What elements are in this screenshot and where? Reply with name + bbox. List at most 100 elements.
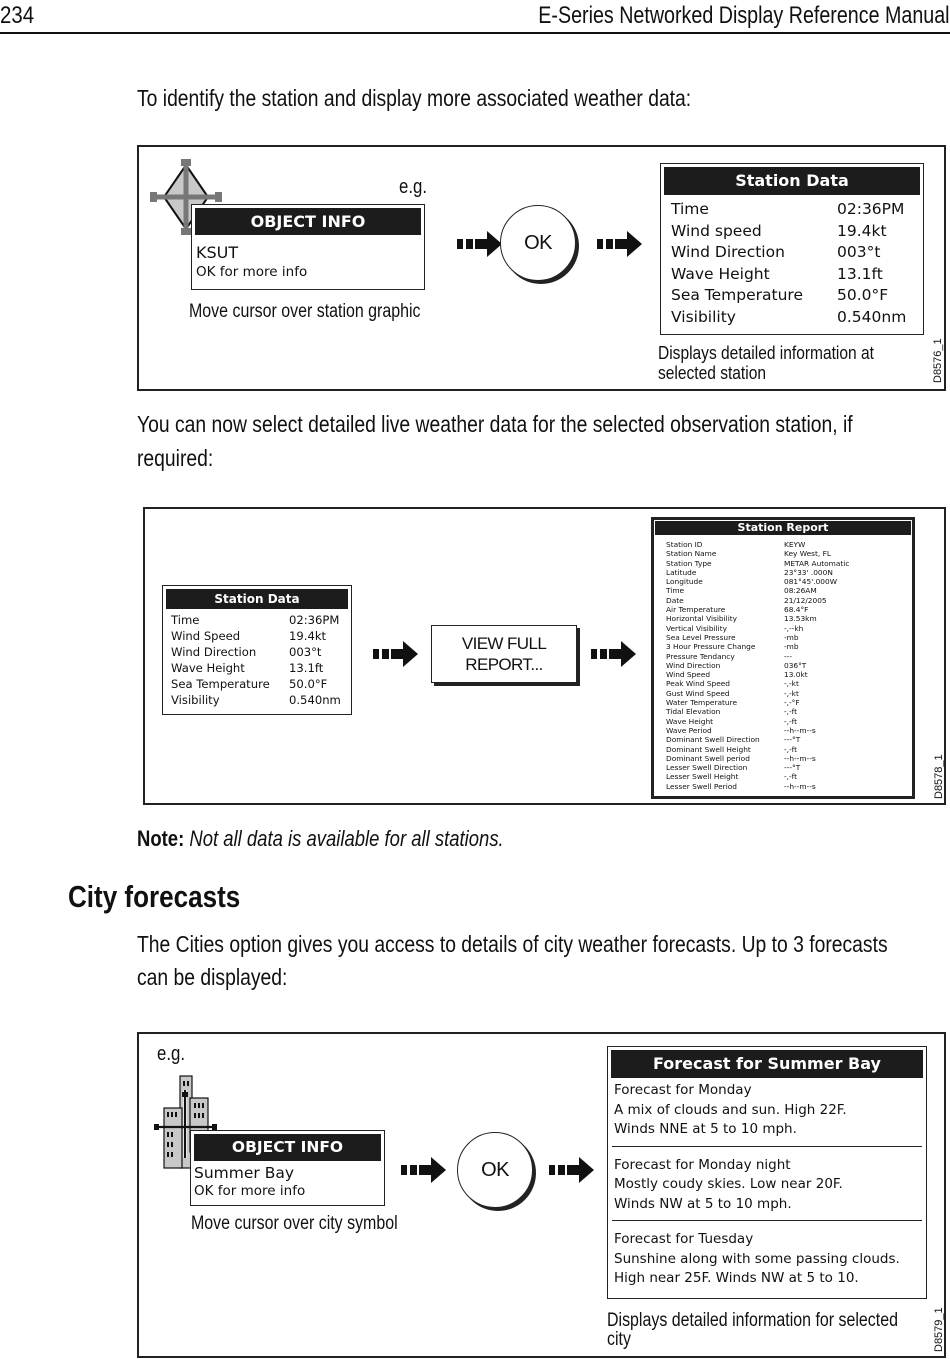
note-label: Note: (137, 826, 185, 851)
row-label: Pressure Tendancy (666, 651, 735, 661)
arrow-right-icon (597, 231, 642, 257)
row-label: Wave Height (171, 661, 245, 675)
row-value: -,-ft (784, 716, 798, 726)
city-text-1: The Cities option gives you access to de… (137, 931, 888, 957)
result-caption-1: Displays detailed information at (658, 342, 874, 363)
arrow-right-icon (401, 1157, 446, 1183)
page-number: 234 (0, 2, 35, 29)
eg-label: e.g. (399, 176, 428, 198)
row-value: 13.53km (784, 614, 817, 624)
row-value: 50.0°F (837, 286, 889, 304)
station-data-row: Wind Direction 003°t (671, 242, 923, 264)
header-rule (0, 32, 950, 34)
note-text: Not all data is available for all statio… (189, 826, 504, 851)
report-row: Vertical Visibility -,--kh (654, 624, 912, 633)
row-label: Wind Speed (666, 670, 711, 680)
row-label: Latitude (666, 567, 697, 577)
figure-station-report: Station Data Time 02:36PM Wind Speed 19.4kt… (143, 507, 946, 805)
report-row: Water Temperature -,-°F (654, 698, 912, 707)
station-report-title: Station Report (655, 521, 911, 535)
view-full-report-button[interactable]: VIEW FULL REPORT... (431, 625, 577, 683)
view-report-line1: VIEW FULL (461, 634, 547, 653)
report-row: Time 08:26AM (654, 586, 912, 595)
row-value: -,-kt (784, 688, 799, 698)
row-value: 19.4kt (837, 221, 887, 240)
row-value: 13.1ft (837, 264, 883, 283)
row-label: Water Temperature (666, 698, 738, 708)
arrow-right-icon (373, 641, 418, 667)
figure-station-info: e.g. OBJECT INFO KSUT OK for more info M… (137, 145, 946, 391)
row-label: Longitude (666, 577, 703, 587)
station-report-dialog: Station Report Station ID KEYW Station Nam… (651, 517, 915, 799)
row-label: Station Name (666, 549, 717, 559)
row-label: Gust Wind Speed (666, 688, 730, 698)
row-value: -,--kh (784, 623, 804, 633)
row-value: --h--m--s (784, 781, 816, 791)
ok-button[interactable]: OK (500, 205, 576, 281)
row-value: -,-kt (784, 679, 799, 689)
row-label: Air Temperature (666, 605, 726, 615)
report-row: Tidal Elevation -,-ft (654, 707, 912, 716)
row-value: -,-ft (784, 707, 798, 717)
object-info-hint: OK for more info (196, 264, 308, 280)
forecast-section: Forecast for Monday A mix of clouds and s… (608, 1078, 926, 1140)
row-label: Horizontal Visibility (666, 614, 738, 624)
station-data-row: Time 02:36PM (171, 612, 351, 628)
manual-title: E-Series Networked Display Reference Man… (538, 2, 950, 29)
row-label: Wave Height (671, 264, 770, 283)
report-row: Wind Direction 036°T (654, 661, 912, 670)
forecast-line: Winds NNE at 5 to 10 mph. (614, 1121, 797, 1137)
object-info-title: OBJECT INFO (194, 1134, 381, 1161)
station-data-dialog: Station Data Time 02:36PM Wind speed 19.4kt… (660, 163, 924, 335)
forecast-line: Forecast for Tuesday (614, 1231, 754, 1247)
report-row: Date 21/12/2005 (654, 596, 912, 605)
figure-code: D8579_1 (933, 1307, 945, 1352)
report-row: Horizontal Visibility 13.53km (654, 614, 912, 623)
forecast-title: Forecast for Summer Bay (611, 1050, 923, 1078)
row-label: Time (666, 586, 685, 596)
row-value: 0.540nm (837, 307, 907, 326)
row-value: 08:26AM (784, 586, 817, 596)
figure-code: D8578_1 (933, 754, 945, 799)
forecast-line: Mostly coudy skies. Low near 20F. (614, 1176, 843, 1192)
row-value: ---°T (784, 763, 801, 773)
station-data-row: Visibility 0.540nm (171, 692, 351, 708)
row-label: Dominant Swell period (666, 753, 750, 763)
row-label: Sea Temperature (671, 286, 803, 304)
ok-button[interactable]: OK (457, 1132, 533, 1208)
station-data-row: Time 02:36PM (671, 199, 923, 221)
row-label: Station Type (666, 558, 712, 568)
row-label: Wind speed (671, 221, 762, 240)
cursor-caption: Move cursor over city symbol (191, 1213, 398, 1234)
report-row: Station Name Key West, FL (654, 549, 912, 558)
forecast-dialog: Forecast for Summer Bay Forecast for Mon… (607, 1046, 927, 1299)
row-label: Wind Speed (171, 629, 241, 643)
intro-text: To identify the station and display more… (137, 85, 692, 111)
section-heading: City forecasts (68, 879, 241, 914)
row-value: KEYW (784, 540, 806, 549)
row-label: Lesser Swell Direction (666, 763, 748, 773)
arrow-right-icon (591, 641, 636, 667)
row-value: 13.0kt (784, 670, 808, 680)
report-row: Latitude 23°33' .000N (654, 568, 912, 577)
row-label: Lesser Swell Period (666, 781, 737, 791)
object-info-name: Summer Bay (194, 1164, 295, 1182)
row-value: -,-ft (784, 772, 798, 782)
report-row: 3 Hour Pressure Change -mb (654, 642, 912, 651)
report-row: Wave Period --h--m--s (654, 726, 912, 735)
object-info-hint: OK for more info (194, 1183, 306, 1199)
forecast-line: Winds NW at 5 to 10 mph. (614, 1195, 792, 1212)
object-info-dialog: OBJECT INFO KSUT OK for more info (191, 204, 425, 290)
row-value: 23°33' .000N (784, 567, 833, 577)
row-value: 081°45'.000W (784, 577, 838, 587)
row-label: Lesser Swell Height (666, 772, 739, 782)
arrow-right-icon (457, 231, 502, 257)
report-row: Gust Wind Speed -,-kt (654, 689, 912, 698)
row-label: Vertical Visibility (666, 623, 727, 633)
row-label: Tidal Elevation (666, 707, 721, 717)
row-label: Visibility (171, 693, 220, 707)
row-label: Date (666, 595, 684, 605)
station-data-row: Wind speed 19.4kt (671, 221, 923, 243)
station-data-title: Station Data (664, 167, 920, 195)
row-label: Sea Level Pressure (666, 632, 736, 642)
